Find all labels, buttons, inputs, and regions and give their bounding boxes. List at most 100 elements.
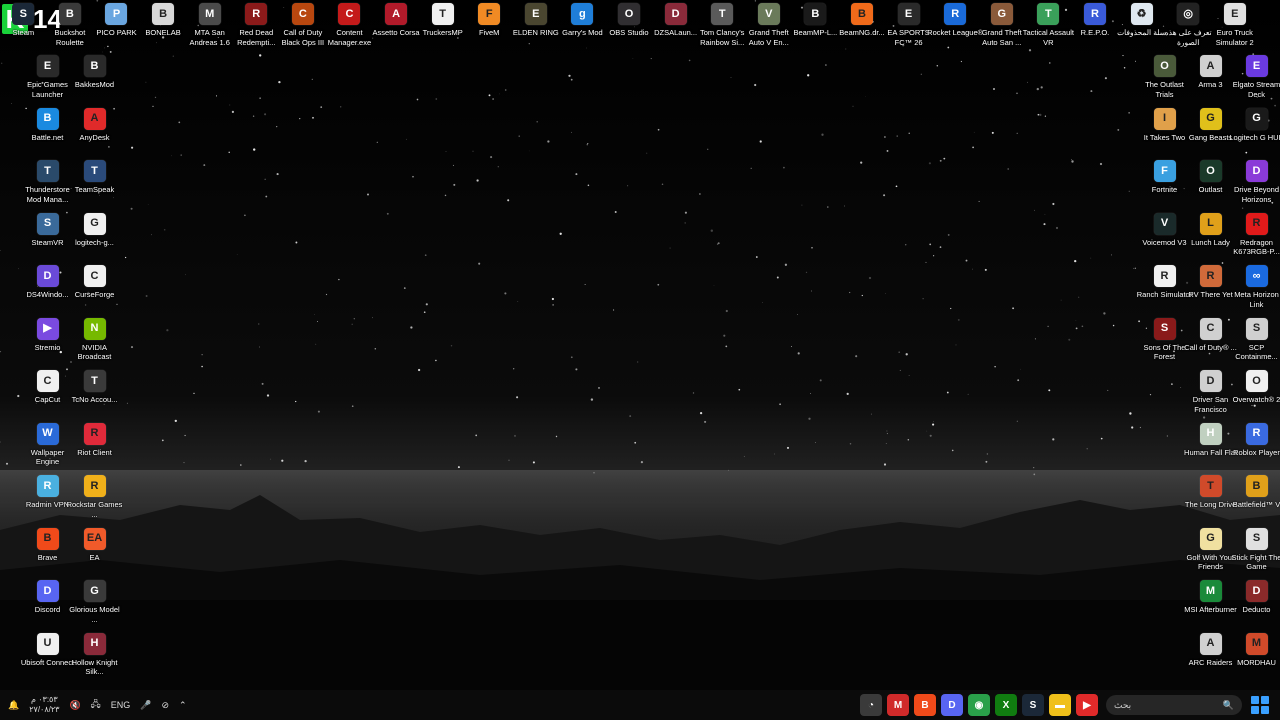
desktop-icon[interactable]: P PICO PARK <box>93 0 140 53</box>
desktop-icon[interactable]: g Garry's Mod <box>559 0 606 53</box>
desktop-icon[interactable]: G Grand Theft Auto San ... <box>978 0 1025 53</box>
desktop-icon[interactable]: S Sons Of The Forest <box>1141 315 1188 368</box>
desktop-icon[interactable]: ∞ Meta Horizon Link <box>1233 262 1280 315</box>
chrome-icon[interactable]: ◉ <box>968 694 990 716</box>
desktop-icon[interactable]: G Logitech G HUB <box>1229 105 1280 158</box>
desktop-icon[interactable]: R RV There Yet <box>1187 262 1234 315</box>
desktop-icon[interactable]: T Tactical Assault VR <box>1023 0 1074 53</box>
desktop-icon[interactable]: D DS4Windo... <box>24 262 71 315</box>
desktop-icon[interactable]: M MTA San Andreas 1.6 <box>186 0 233 53</box>
microphone-icon[interactable]: 🎤 <box>140 700 151 711</box>
file-explorer-icon[interactable]: ▬ <box>1049 694 1071 716</box>
desktop-icon[interactable]: N NVIDIA Broadcast <box>71 315 118 368</box>
desktop-icon[interactable]: T Tom Clancy's Rainbow Si... <box>699 0 746 53</box>
desktop-icon[interactable]: B BeamNG.dr... <box>839 0 886 53</box>
desktop-icon[interactable]: S Stick Fight The Game <box>1232 525 1280 578</box>
desktop-icon[interactable]: G Gang Beasts <box>1187 105 1234 158</box>
desktop-icon[interactable]: O Outlast <box>1187 157 1234 210</box>
desktop-icon[interactable]: H Hollow Knight Silk... <box>71 630 118 683</box>
desktop-icon[interactable]: D Driver San Francisco <box>1187 367 1234 420</box>
desktop-icon[interactable]: M MORDHAU <box>1233 630 1280 683</box>
desktop-icon[interactable]: T TruckersMP <box>419 0 466 53</box>
desktop-icon[interactable]: H Human Fall Flat <box>1184 420 1237 473</box>
desktop-icon[interactable]: O The Outlast Trials <box>1141 52 1188 105</box>
desktop-icon[interactable]: Glogitech-g... <box>71 210 118 263</box>
desktop-icon[interactable]: C Call of Duty Black Ops III <box>280 0 327 53</box>
notification-bell-icon[interactable]: 🔔 <box>8 700 19 711</box>
desktop-icon[interactable]: ◎ تعرف على هذه الصورة <box>1165 0 1212 53</box>
desktop-icon[interactable]: R Rockstar Games ... <box>67 472 122 525</box>
network-icon[interactable]: 🖧 <box>91 697 101 713</box>
steam-taskbar-icon[interactable]: S <box>1022 694 1044 716</box>
desktop-icon[interactable]: R Redragon K673RGB-P... <box>1233 210 1280 263</box>
desktop-icon[interactable]: S Steam <box>0 0 47 53</box>
chrome-dev-icon[interactable]: ◔ <box>860 694 882 716</box>
speaker-muted-icon[interactable]: 🔇 <box>69 700 80 711</box>
desktop-icon[interactable]: ▶ Stremio <box>24 315 71 368</box>
brave-taskbar-icon[interactable]: B <box>914 694 936 716</box>
desktop-icon[interactable]: V Grand Theft Auto V En... <box>746 0 793 53</box>
desktop-icon[interactable]: O OBS Studio <box>606 0 653 53</box>
desktop-icon[interactable]: L Lunch Lady <box>1187 210 1234 263</box>
chevron-up-icon[interactable]: ⌃ <box>179 700 187 711</box>
desktop-icon[interactable]: R Radmin VPN <box>24 472 71 525</box>
desktop-icon[interactable]: D Drive Beyond Horizons <box>1233 157 1280 210</box>
desktop-icon[interactable]: R Red Dead Redempti... <box>233 0 280 53</box>
desktop-icon[interactable]: B BONELAB <box>140 0 187 53</box>
bluetooth-off-icon[interactable]: ⊘ <box>161 700 169 711</box>
desktop-icon[interactable]: E Epic Games Launcher <box>24 52 71 105</box>
desktop-icon[interactable]: T TcNo Accou... <box>71 367 118 420</box>
language-indicator[interactable]: ENG <box>111 700 131 710</box>
desktop-icon[interactable]: T Thunderstore Mod Mana... <box>24 157 71 210</box>
desktop-icon[interactable]: E Elgato Stream Deck <box>1233 52 1280 105</box>
mega-icon[interactable]: M <box>887 694 909 716</box>
discord-taskbar-icon[interactable]: D <box>941 694 963 716</box>
xbox-icon[interactable]: X <box>995 694 1017 716</box>
desktop-icon[interactable]: S SCP Containme... <box>1233 315 1280 368</box>
desktop-icon[interactable]: B Buckshot Roulette <box>47 0 94 53</box>
desktop-icon[interactable]: E EA SPORTS FC™ 26 <box>885 0 932 53</box>
desktop-icon[interactable]: R Riot Client <box>71 420 118 473</box>
desktop-icon[interactable]: R Roblox Player <box>1233 420 1280 473</box>
desktop-icon[interactable]: W Wallpaper Engine <box>24 420 71 473</box>
desktop-icon[interactable]: B BakkesMod <box>71 52 118 105</box>
clock[interactable]: ٠٣:٥٣ م ٢٧/٠٨/٢٣ <box>29 695 59 715</box>
desktop-icon[interactable]: D Discord <box>24 577 71 630</box>
desktop-icon[interactable]: O Overwatch® 2 <box>1233 367 1280 420</box>
desktop-icon[interactable]: B Brave <box>24 525 71 578</box>
desktop-icon[interactable]: C Content Manager.exe <box>326 0 373 53</box>
desktop-icon[interactable]: R Ranch Simulator <box>1137 262 1192 315</box>
desktop-icon[interactable]: C CapCut <box>24 367 71 420</box>
desktop-icon[interactable]: F FiveM <box>466 0 513 53</box>
desktop-icon[interactable]: A Assetto Corsa <box>372 0 420 53</box>
desktop-icon[interactable]: V Voicemod V3 <box>1141 210 1188 263</box>
desktop-icon[interactable]: R Rocket League® <box>927 0 983 53</box>
start-button[interactable] <box>1251 696 1269 714</box>
desktop-icon[interactable]: G Glorious Model ... <box>69 577 120 630</box>
desktop-icon[interactable]: A Arma 3 <box>1187 52 1234 105</box>
desktop-icon[interactable]: D Deducto <box>1233 577 1280 630</box>
desktop-icon[interactable]: S SteamVR <box>24 210 71 263</box>
desktop-icon[interactable]: U Ubisoft Connect <box>21 630 74 683</box>
desktop-icon[interactable]: C Call of Duty® ... <box>1184 315 1237 368</box>
desktop-icon[interactable]: A ARC Raiders <box>1187 630 1234 683</box>
desktop-icon[interactable]: D DZSALaun... <box>652 0 699 53</box>
taskbar-search-box[interactable]: بحث 🔍 <box>1106 695 1242 715</box>
desktop-icon[interactable]: C CurseForge <box>71 262 118 315</box>
desktop-icon[interactable]: F Fortnite <box>1141 157 1188 210</box>
desktop-icon[interactable]: I It Takes Two <box>1141 105 1188 158</box>
desktop-icon[interactable]: A AnyDesk <box>71 105 118 158</box>
desktop-icon[interactable]: T The Long Drive <box>1185 472 1236 525</box>
desktop-icon[interactable]: B BeamMP-L... <box>792 0 839 53</box>
desktop-icon[interactable]: EA EA <box>71 525 118 578</box>
desktop-icon[interactable]: R R.E.P.O. <box>1072 0 1119 53</box>
desktop-icon[interactable]: T TeamSpeak <box>71 157 118 210</box>
desktop-icon[interactable]: E ELDEN RING <box>513 0 560 53</box>
desktop-icon[interactable]: M MSI Afterburner <box>1184 577 1237 630</box>
desktop-icon[interactable]: B Battlefield™ V <box>1233 472 1280 525</box>
desktop-icon[interactable]: B Battle.net <box>24 105 71 158</box>
desktop-icon[interactable]: E Euro Truck Simulator 2 <box>1211 0 1258 53</box>
youtube-icon[interactable]: ▶ <box>1076 694 1098 716</box>
desktop-icon[interactable]: G Golf With Your Friends <box>1187 525 1234 578</box>
desktop-icon[interactable]: ♻ سلة المحذوفات <box>1117 0 1166 53</box>
